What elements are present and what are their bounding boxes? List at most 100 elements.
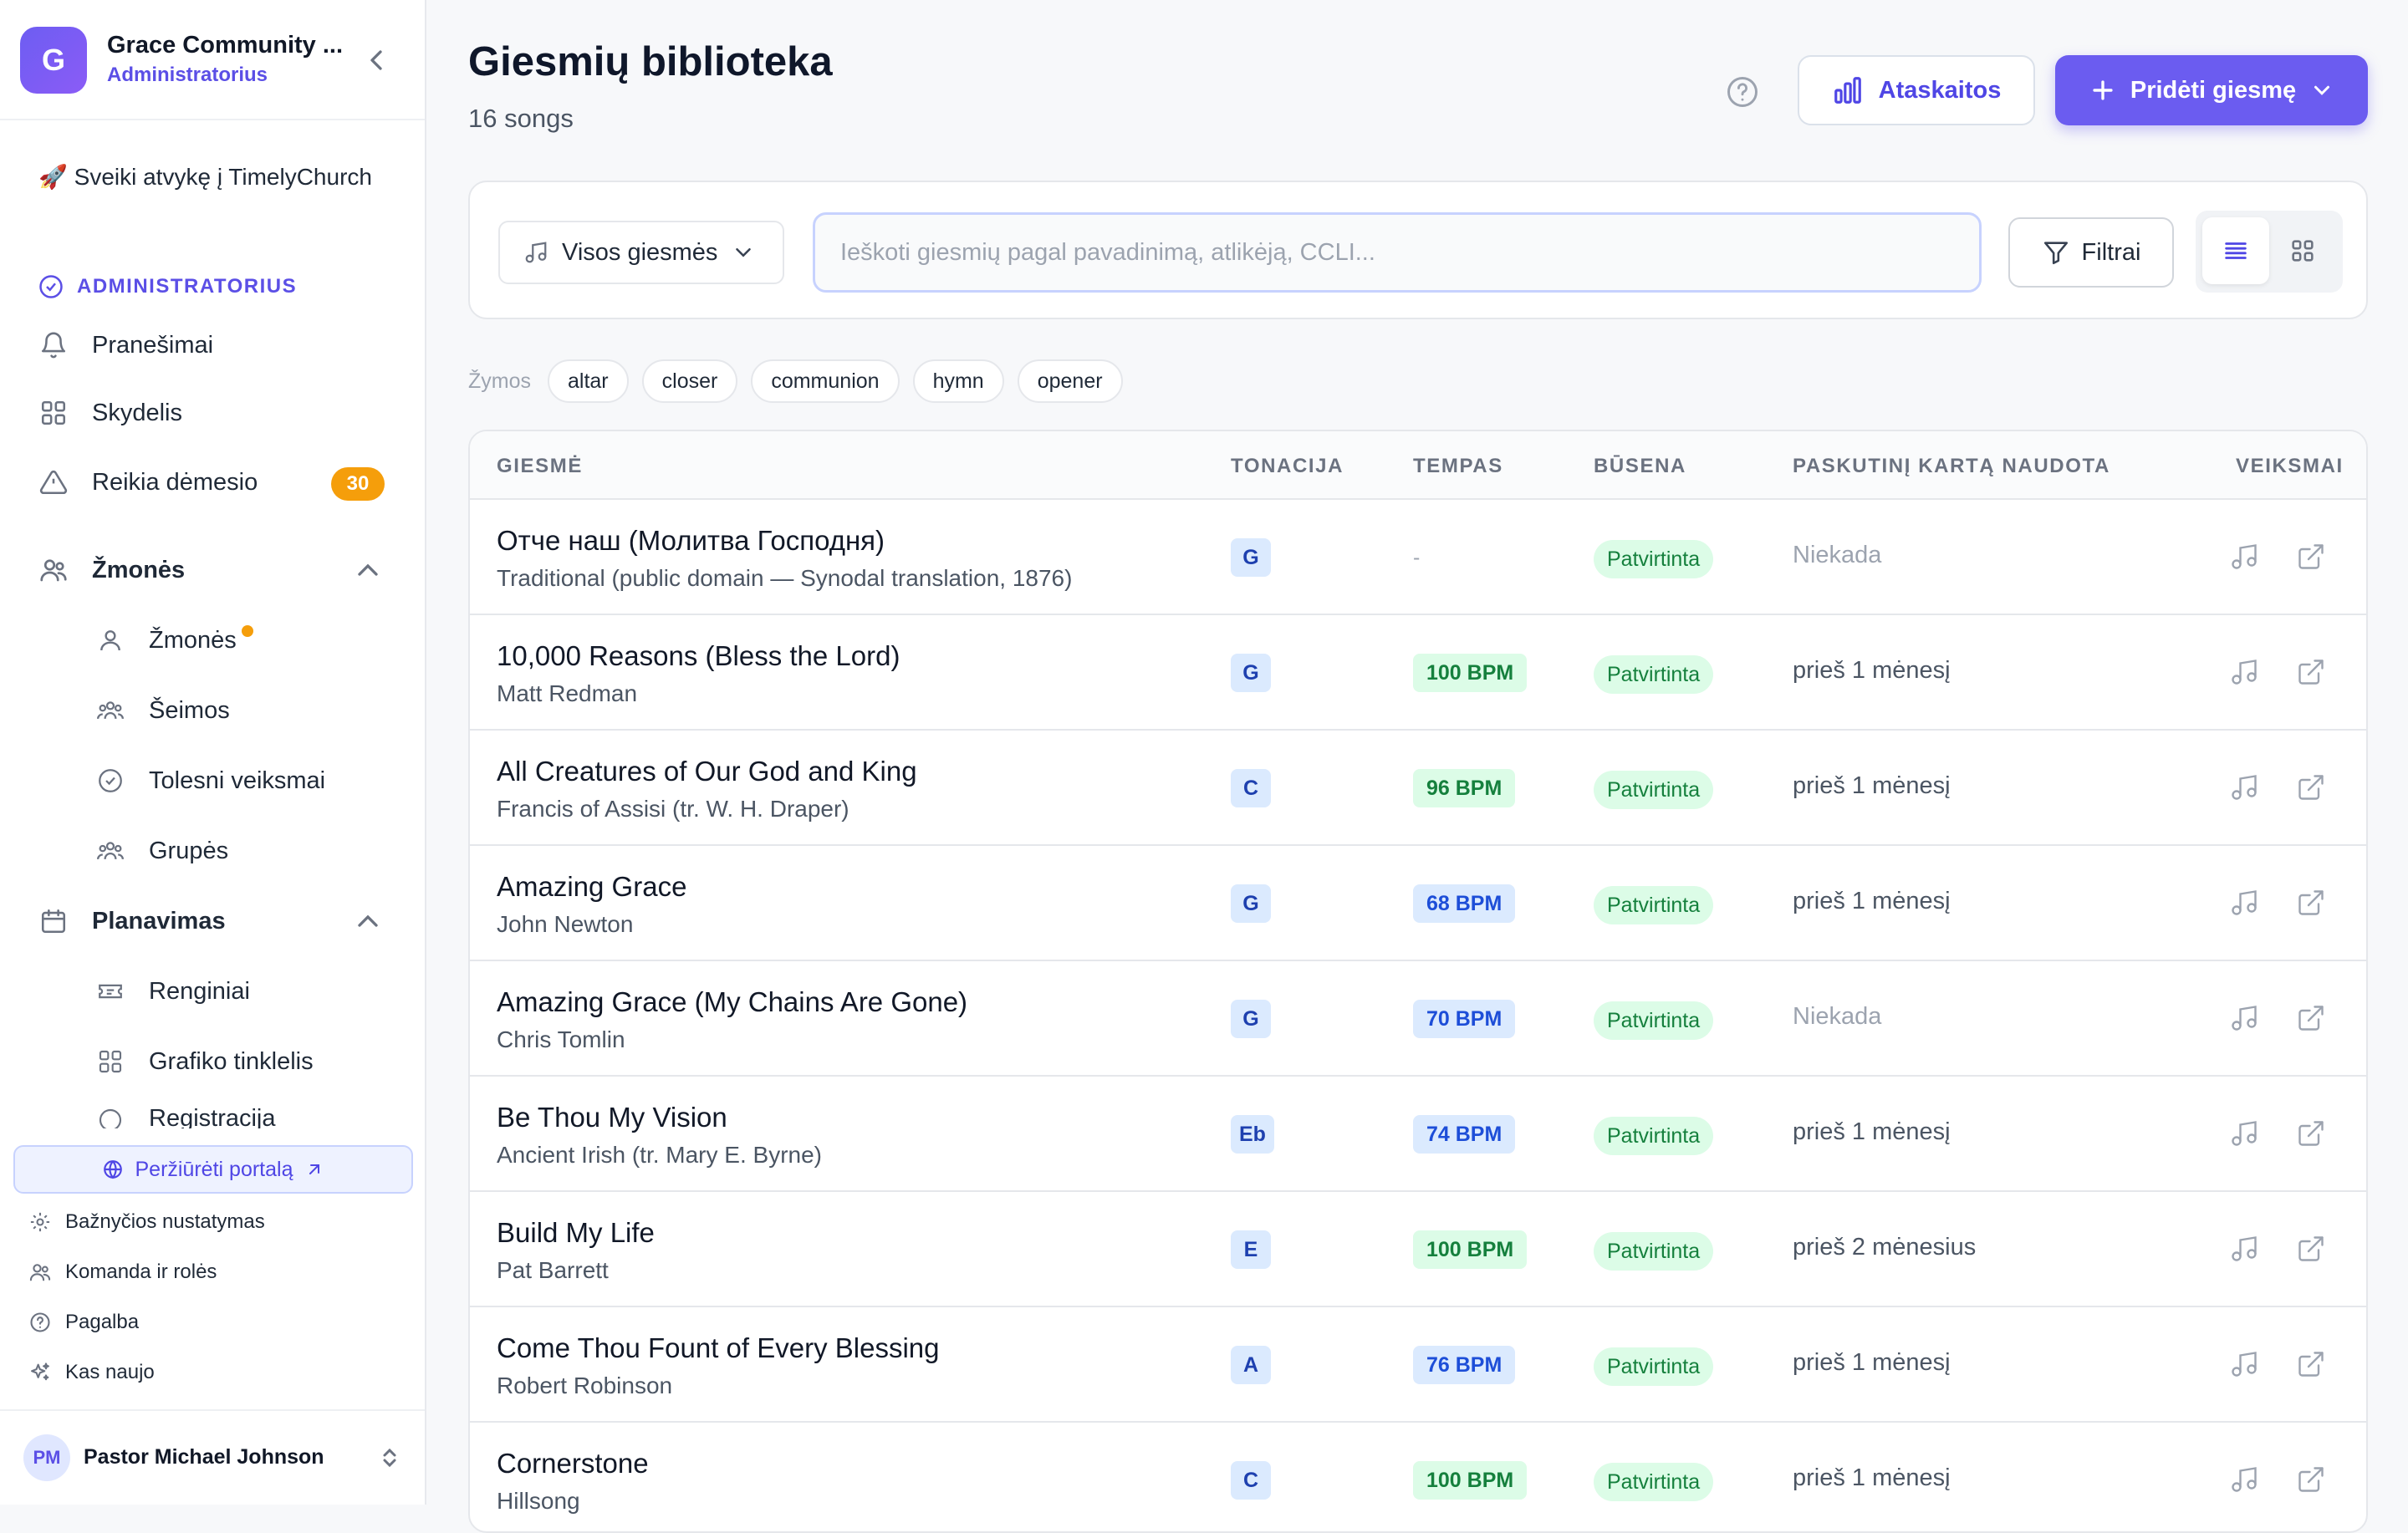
user-menu[interactable]: PM Pastor Michael Johnson bbox=[0, 1409, 425, 1505]
nav-people-label: Žmonės bbox=[149, 626, 237, 654]
nav-groups[interactable]: Grupės bbox=[94, 828, 396, 874]
view-portal-label: Peržiūrėti portalą bbox=[135, 1157, 293, 1181]
table-row[interactable]: Отче наш (Молитва Господня) Traditional (… bbox=[470, 500, 2366, 615]
team-roles-label: Komanda ir rolės bbox=[65, 1261, 217, 1283]
music-note-icon[interactable] bbox=[2229, 772, 2259, 802]
section-admin-label: ADMINISTRATORIUS bbox=[38, 274, 297, 299]
table-row[interactable]: All Creatures of Our God and King Francis… bbox=[470, 731, 2366, 846]
music-note-icon[interactable] bbox=[2229, 542, 2259, 572]
nav-attention[interactable]: Reikia dėmesio 30 bbox=[37, 459, 396, 506]
song-artist: Ancient Irish (tr. Mary E. Byrne) bbox=[497, 1142, 822, 1168]
external-link-icon[interactable] bbox=[2296, 1464, 2326, 1495]
list-view-button[interactable] bbox=[2202, 217, 2269, 284]
nav-dashboard[interactable]: Skydelis bbox=[37, 390, 396, 436]
external-link-icon[interactable] bbox=[2296, 542, 2326, 572]
user-name: Pastor Michael Johnson bbox=[84, 1445, 324, 1469]
music-note-icon[interactable] bbox=[2229, 1464, 2259, 1495]
external-link-icon[interactable] bbox=[2296, 1003, 2326, 1033]
song-title[interactable]: Отче наш (Молитва Господня) bbox=[497, 525, 885, 557]
nav-registrations[interactable]: Registracija bbox=[94, 1098, 396, 1128]
nav-followups[interactable]: Tolesni veiksmai bbox=[94, 757, 396, 804]
table-row[interactable]: Build My Life Pat Barrett E 100 BPM Patvirti… bbox=[470, 1192, 2366, 1307]
ticket-icon bbox=[99, 984, 122, 999]
song-title[interactable]: Be Thou My Vision bbox=[497, 1102, 727, 1133]
view-portal-button[interactable]: Peržiūrėti portalą bbox=[13, 1145, 413, 1194]
song-title[interactable]: 10,000 Reasons (Bless the Lord) bbox=[497, 640, 900, 672]
song-title[interactable]: Amazing Grace bbox=[497, 871, 686, 903]
nav-group-planning[interactable]: Planavimas bbox=[37, 898, 396, 945]
search-input[interactable] bbox=[813, 212, 1982, 293]
tempo-badge: 96 BPM bbox=[1413, 769, 1516, 807]
gear-icon bbox=[30, 1212, 50, 1232]
col-key[interactable]: TONACIJA bbox=[1231, 455, 1344, 478]
external-link-icon[interactable] bbox=[2296, 1234, 2326, 1264]
song-artist: Hillsong bbox=[497, 1488, 580, 1514]
song-title[interactable]: Cornerstone bbox=[497, 1448, 649, 1480]
nav-people[interactable]: Žmonės bbox=[94, 617, 396, 664]
org-name[interactable]: Grace Community ... bbox=[107, 32, 349, 59]
external-link-icon[interactable] bbox=[2296, 888, 2326, 918]
song-title[interactable]: All Creatures of Our God and King bbox=[497, 756, 917, 787]
team-roles-link[interactable]: Komanda ir rolės bbox=[28, 1254, 217, 1291]
music-note-icon[interactable] bbox=[2229, 1349, 2259, 1379]
music-note-icon[interactable] bbox=[2229, 657, 2259, 687]
music-note-icon[interactable] bbox=[2229, 888, 2259, 918]
col-last-used[interactable]: PASKUTINĮ KARTĄ NAUDOTA bbox=[1793, 455, 2110, 478]
people-notification-dot bbox=[241, 625, 253, 637]
nav-schedule-grid[interactable]: Grafiko tinklelis bbox=[94, 1038, 396, 1085]
sidebar: G Grace Community ... Administratorius 🚀… bbox=[0, 0, 426, 1505]
song-title[interactable]: Amazing Grace (My Chains Are Gone) bbox=[497, 986, 967, 1018]
song-count: 16 songs bbox=[468, 104, 574, 133]
nav-families[interactable]: Šeimos bbox=[94, 687, 396, 734]
church-settings-label: Bažnyčios nustatymas bbox=[65, 1210, 265, 1233]
org-avatar[interactable]: G bbox=[20, 27, 87, 94]
external-link-icon[interactable] bbox=[2296, 1349, 2326, 1379]
table-row[interactable]: Come Thou Fount of Every Blessing Robert … bbox=[470, 1307, 2366, 1423]
tempo-badge: - bbox=[1413, 545, 1421, 569]
nav-group-people[interactable]: Žmonės bbox=[37, 547, 396, 593]
music-note-icon[interactable] bbox=[2229, 1234, 2259, 1264]
tag-chip[interactable]: opener bbox=[1017, 359, 1123, 403]
filter-bar: Visos giesmės Filtrai bbox=[468, 181, 2368, 319]
badge-check-icon bbox=[99, 769, 122, 792]
tag-chip[interactable]: communion bbox=[751, 359, 900, 403]
welcome-message: 🚀 Sveiki atvykę į TimelyChurch bbox=[38, 164, 372, 190]
table-row[interactable]: Amazing Grace John Newton G 68 BPM Patvirtin… bbox=[470, 846, 2366, 961]
external-link-icon[interactable] bbox=[2296, 1118, 2326, 1148]
music-note-icon bbox=[525, 242, 547, 263]
collapse-sidebar-button[interactable] bbox=[360, 43, 393, 77]
nav-events[interactable]: Renginiai bbox=[94, 968, 396, 1015]
table-row[interactable]: Amazing Grace (My Chains Are Gone) Chris … bbox=[470, 961, 2366, 1077]
key-badge: Eb bbox=[1231, 1115, 1274, 1154]
table-row[interactable]: Cornerstone Hillsong C 100 BPM Patvirtinta pr… bbox=[470, 1423, 2366, 1531]
col-status[interactable]: BŪSENA bbox=[1594, 455, 1686, 478]
tag-chip[interactable]: altar bbox=[548, 359, 629, 403]
nav-notifications[interactable]: Pranešimai bbox=[37, 322, 396, 369]
help-circle-icon[interactable] bbox=[1724, 74, 1761, 110]
tag-chip[interactable]: hymn bbox=[912, 359, 1004, 403]
music-note-icon[interactable] bbox=[2229, 1118, 2259, 1148]
table-row[interactable]: 10,000 Reasons (Bless the Lord) Matt Redm… bbox=[470, 615, 2366, 731]
add-song-button[interactable]: Pridėti giesmę bbox=[2055, 55, 2368, 125]
song-scope-select[interactable]: Visos giesmės bbox=[498, 221, 784, 284]
grid-view-button[interactable] bbox=[2269, 217, 2336, 284]
external-link-icon[interactable] bbox=[2296, 772, 2326, 802]
col-song[interactable]: GIESMĖ bbox=[497, 455, 583, 478]
col-tempo[interactable]: TEMPAS bbox=[1413, 455, 1503, 478]
song-title[interactable]: Come Thou Fount of Every Blessing bbox=[497, 1332, 939, 1364]
table-row[interactable]: Be Thou My Vision Ancient Irish (tr. Mary… bbox=[470, 1077, 2366, 1192]
external-link-icon[interactable] bbox=[2296, 657, 2326, 687]
song-title[interactable]: Build My Life bbox=[497, 1217, 655, 1249]
tag-chip[interactable]: closer bbox=[641, 359, 738, 403]
music-note-icon[interactable] bbox=[2229, 1003, 2259, 1033]
status-badge: Patvirtinta bbox=[1594, 1117, 1714, 1155]
song-artist: Matt Redman bbox=[497, 680, 638, 706]
whats-new-link[interactable]: Kas naujo bbox=[28, 1354, 155, 1391]
help-link[interactable]: Pagalba bbox=[28, 1304, 139, 1341]
nav-dashboard-label: Skydelis bbox=[92, 399, 182, 426]
church-settings-link[interactable]: Bažnyčios nustatymas bbox=[28, 1204, 265, 1240]
reports-button[interactable]: Ataskaitos bbox=[1798, 55, 2035, 125]
nav-registrations-label: Registracija bbox=[149, 1105, 276, 1128]
key-badge: G bbox=[1231, 538, 1271, 577]
filters-button[interactable]: Filtrai bbox=[2008, 217, 2174, 288]
